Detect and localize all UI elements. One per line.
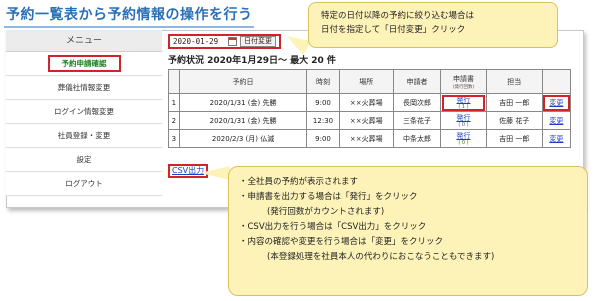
row-edit-cell: 変更 bbox=[541, 129, 572, 148]
page-title: 予約一覧表から予約情報の操作を行う bbox=[6, 7, 253, 23]
table-header-row: 予約日 時刻 場所 申請者 申請書 (発行回数) 担当 bbox=[168, 69, 572, 94]
row-applicant: 中条太郎 bbox=[392, 129, 442, 148]
calendar-icon[interactable] bbox=[228, 37, 237, 46]
row-place: ××火葬場 bbox=[338, 93, 394, 112]
sidebar-item-label: 予約申請確認 bbox=[47, 55, 121, 72]
sidebar-item-login-info[interactable]: ログイン情報変更 bbox=[6, 100, 162, 124]
row-issue-cell: 発行( 1 ) bbox=[440, 93, 487, 112]
sidebar-item-logout[interactable]: ログアウト bbox=[6, 172, 162, 196]
col-form-label: 申請書 bbox=[452, 74, 474, 83]
callout-date-filter: 特定の日付以降の予約に絞り込む場合は 日付を指定して「日付変更」クリック bbox=[308, 2, 558, 48]
table-row: 1 2020/1/31 (金) 先勝 9:00 ××火葬場 長岡次郎 発行( 1… bbox=[168, 93, 572, 112]
sidebar-item-reservation-review[interactable]: 予約申請確認 bbox=[6, 52, 162, 76]
callout-text: 特定の日付以降の予約に絞り込む場合は bbox=[321, 11, 475, 21]
col-form-sub: (発行回数) bbox=[452, 84, 475, 90]
date-change-button[interactable]: 日付変更 bbox=[240, 36, 276, 47]
edit-link[interactable]: 変更 bbox=[549, 117, 563, 125]
row-assignee: 吉田 一郎 bbox=[485, 93, 543, 112]
edit-link[interactable]: 変更 bbox=[549, 135, 563, 143]
col-assignee: 担当 bbox=[485, 69, 543, 94]
col-form: 申請書 (発行回数) bbox=[440, 69, 487, 94]
reservation-table: 予約日 時刻 場所 申請者 申請書 (発行回数) 担当 1 2020/1/31 (… bbox=[168, 69, 572, 148]
table-row: 2 2020/1/31 (金) 先勝 12:30 ××火葬場 三条花子 発行( … bbox=[168, 111, 572, 130]
table-row: 3 2020/2/3 (月) 仏滅 9:00 ××火葬場 中条太郎 発行( 0 … bbox=[168, 129, 572, 148]
row-assignee: 吉田 一郎 bbox=[485, 129, 543, 148]
callout-text: (発行回数がカウントされます) bbox=[267, 207, 385, 217]
col-time: 時刻 bbox=[306, 69, 340, 94]
issue-link[interactable]: 発行 bbox=[456, 96, 470, 104]
sidebar-item-funeral-info[interactable]: 葬儀社情報変更 bbox=[6, 76, 162, 100]
callout-text: 日付を指定して「日付変更」クリック bbox=[321, 25, 466, 35]
row-edit-cell: 変更 bbox=[541, 111, 572, 130]
row-assignee: 佐藤 花子 bbox=[485, 111, 543, 130]
col-edit bbox=[541, 69, 572, 94]
row-place: ××火葬場 bbox=[338, 129, 394, 148]
row-no: 2 bbox=[168, 111, 180, 130]
row-date: 2020/1/31 (金) 先勝 bbox=[178, 93, 308, 112]
issue-count: ( 1 ) bbox=[458, 103, 469, 110]
date-filter-box: 2020-01-29 日付変更 bbox=[168, 34, 281, 49]
row-applicant: 三条花子 bbox=[392, 111, 442, 130]
issue-link[interactable]: 発行 bbox=[456, 114, 470, 122]
sidebar-item-settings[interactable]: 設定 bbox=[6, 148, 162, 172]
row-no: 1 bbox=[168, 93, 180, 112]
col-reserve-date: 予約日 bbox=[178, 69, 308, 94]
date-input[interactable]: 2020-01-29 bbox=[173, 37, 225, 46]
row-time: 12:30 bbox=[306, 111, 340, 130]
row-issue-cell: 発行( 0 ) bbox=[440, 111, 487, 130]
issue-count: ( 0 ) bbox=[458, 139, 469, 146]
issue-link[interactable]: 発行 bbox=[456, 132, 470, 140]
callout-instructions: ・全社員の予約が表示されます ・申請書を出力する場合は「発行」をクリック (発行… bbox=[228, 166, 588, 296]
callout-bottom-pointer bbox=[200, 166, 230, 180]
col-applicant: 申請者 bbox=[392, 69, 442, 94]
edit-link[interactable]: 変更 bbox=[549, 99, 563, 107]
sidebar-item-employee[interactable]: 社員登録・変更 bbox=[6, 124, 162, 148]
menu-header: メニュー bbox=[6, 30, 162, 52]
row-place: ××火葬場 bbox=[338, 111, 394, 130]
row-date: 2020/1/31 (金) 先勝 bbox=[178, 111, 308, 130]
callout-text: (本登録処理を社員本人の代わりにおこなうこともできます) bbox=[267, 252, 495, 262]
main-content: 2020-01-29 日付変更 予約状況 2020年1月29日～ 最大 20 件… bbox=[168, 34, 578, 148]
reservation-status: 予約状況 2020年1月29日～ 最大 20 件 bbox=[168, 56, 336, 66]
row-time: 9:00 bbox=[306, 129, 340, 148]
row-applicant: 長岡次郎 bbox=[392, 93, 442, 112]
row-date: 2020/2/3 (月) 仏滅 bbox=[178, 129, 308, 148]
callout-text: ・CSV出力を行う場合は「CSV出力」をクリック bbox=[239, 222, 427, 232]
row-time: 9:00 bbox=[306, 93, 340, 112]
callout-text: ・内容の確認や変更を行う場合は「変更」をクリック bbox=[239, 237, 444, 247]
callout-text: ・申請書を出力する場合は「発行」をクリック bbox=[239, 192, 418, 202]
col-no bbox=[168, 69, 180, 94]
sidebar: メニュー 予約申請確認 葬儀社情報変更 ログイン情報変更 社員登録・変更 設定 … bbox=[6, 30, 162, 208]
issue-count: ( 0 ) bbox=[458, 121, 469, 128]
row-edit-cell: 変更 bbox=[541, 93, 572, 112]
col-place: 場所 bbox=[338, 69, 394, 94]
callout-text: ・全社員の予約が表示されます bbox=[239, 177, 359, 187]
title-underline bbox=[4, 26, 254, 28]
row-issue-cell: 発行( 0 ) bbox=[440, 129, 487, 148]
row-no: 3 bbox=[168, 129, 180, 148]
